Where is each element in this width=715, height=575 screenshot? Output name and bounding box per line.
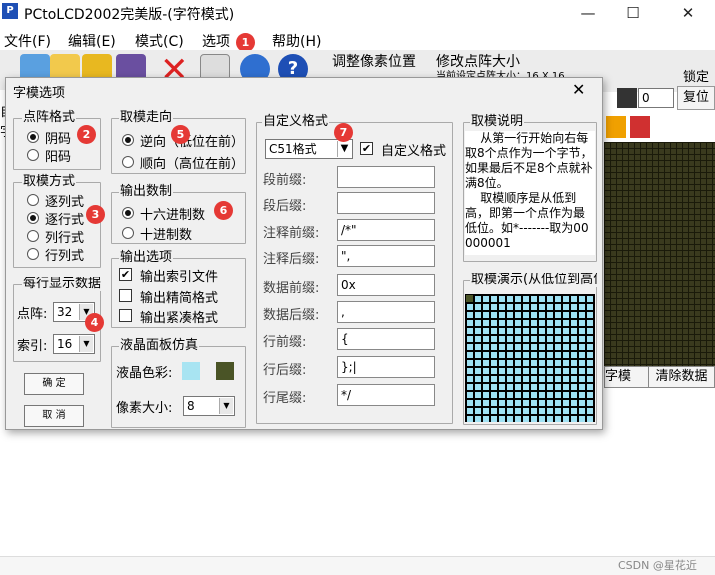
positive-code-label: 阳码	[45, 150, 72, 165]
column-mode-radio[interactable]	[27, 194, 39, 206]
reverse-direction-radio[interactable]	[122, 134, 134, 146]
segment-suffix-input[interactable]	[337, 192, 435, 214]
lcd-color-label: 液晶色彩:	[116, 366, 173, 381]
negative-code-radio[interactable]	[27, 131, 39, 143]
tight-format-checkbox[interactable]	[119, 309, 132, 322]
dot-count-label: 点阵:	[17, 307, 48, 322]
dialog-close-button[interactable]: ✕	[572, 80, 585, 99]
decimal-label: 十进制数	[140, 228, 193, 243]
lock-label: 锁定	[683, 70, 710, 85]
maximize-button[interactable]: ☐	[610, 0, 656, 26]
badge-2: 2	[77, 125, 96, 144]
mode-legend: 取模方式	[22, 174, 77, 189]
segment-prefix-input[interactable]	[337, 166, 435, 188]
radix-legend: 输出数制	[119, 184, 174, 199]
pixel-size-label: 像素大小:	[116, 401, 173, 416]
menu-file[interactable]: 文件(F)	[4, 31, 51, 51]
lcd-color-swatch-2[interactable]	[216, 362, 234, 380]
window-title: PCtoLCD2002完美版-(字符模式)	[24, 7, 235, 23]
column-row-mode-radio[interactable]	[27, 230, 39, 242]
line-suffix-label: 行后缀:	[263, 363, 307, 378]
data-prefix-input[interactable]: 0x	[337, 274, 435, 296]
menu-edit[interactable]: 编辑(E)	[68, 31, 116, 51]
pixel-size-select[interactable]: 8 ▼	[183, 396, 235, 416]
cancel-button[interactable]: 取 消	[24, 405, 84, 427]
format-select[interactable]: C51格式 ▼	[265, 139, 353, 159]
output-options-legend: 输出选项	[119, 250, 174, 265]
menu-options[interactable]: 选项	[202, 31, 230, 51]
dot-format-legend: 点阵格式	[22, 110, 77, 125]
data-prefix-label: 数据前缀:	[263, 281, 320, 296]
index-select[interactable]: 16 ▼	[53, 334, 95, 354]
demo-legend: 取模演示(从低位到高位)	[470, 273, 597, 287]
spin-icon[interactable]	[617, 88, 637, 108]
horizontal-scrollbar[interactable]	[0, 556, 715, 575]
compact-format-checkbox[interactable]	[119, 289, 132, 302]
clear-data-button[interactable]: 清除数据	[648, 366, 715, 388]
line-end-label: 行尾缀:	[263, 391, 307, 406]
negative-code-label: 阴码	[45, 132, 72, 147]
per-line-legend: 每行显示数据	[22, 277, 102, 291]
line-prefix-label: 行前缀:	[263, 335, 307, 350]
app-icon: P	[2, 3, 18, 19]
row-column-mode-label: 行列式	[45, 249, 85, 264]
index-label: 索引:	[17, 339, 48, 354]
ok-button[interactable]: 确 定	[24, 373, 84, 395]
custom-format-check-label: 自定义格式	[381, 144, 447, 159]
comment-suffix-input[interactable]: ",	[337, 245, 435, 267]
row-mode-radio[interactable]	[27, 212, 39, 224]
line-prefix-input[interactable]: {	[337, 328, 435, 350]
comment-prefix-label: 注释前缀:	[263, 226, 320, 241]
forward-direction-radio[interactable]	[122, 156, 134, 168]
comment-prefix-input[interactable]: /*"	[337, 219, 435, 241]
badge-3: 3	[86, 205, 105, 224]
watermark: CSDN @星花近	[618, 559, 697, 572]
custom-format-legend: 自定义格式	[262, 114, 330, 129]
forward-direction-label: 顺向（高位在前）	[140, 157, 244, 172]
badge-5: 5	[171, 125, 190, 144]
segment-suffix-label: 段后缀:	[263, 199, 307, 214]
custom-format-checkbox[interactable]: ✔	[360, 142, 373, 155]
menu-help[interactable]: 帮助(H)	[272, 31, 321, 51]
line-suffix-input[interactable]: };|	[337, 356, 435, 378]
lcd-color-swatch-1[interactable]	[182, 362, 200, 380]
lcd-sim-legend: 液晶面板仿真	[119, 338, 200, 353]
data-suffix-label: 数据后缀:	[263, 308, 320, 323]
hex-radio[interactable]	[122, 207, 134, 219]
arrow-icons[interactable]	[604, 116, 654, 140]
spin-input[interactable]: 0	[638, 88, 674, 108]
tight-format-label: 输出紧凑格式	[140, 311, 219, 326]
data-suffix-input[interactable]: ,	[337, 301, 435, 323]
reset-button[interactable]: 复位	[677, 86, 715, 110]
decimal-radio[interactable]	[122, 227, 134, 239]
row-column-mode-radio[interactable]	[27, 248, 39, 260]
menu-mode[interactable]: 模式(C)	[135, 31, 184, 51]
lcd-preview-grid[interactable]	[604, 142, 715, 370]
direction-legend: 取模走向	[119, 110, 174, 125]
demo-grid	[465, 294, 595, 422]
explain-text: 从第一行开始向右每取8个点作为一个字节，如果最后不足8个点就补满8位。 取模顺序…	[465, 131, 595, 255]
line-end-input[interactable]: */	[337, 384, 435, 406]
index-file-checkbox[interactable]: ✔	[119, 268, 132, 281]
adjust-pixel-label: 调整像素位置	[332, 54, 416, 70]
comment-suffix-label: 注释后缀:	[263, 252, 320, 267]
column-row-mode-label: 列行式	[45, 231, 85, 246]
reverse-direction-label: 逆向（低位在前）	[140, 135, 244, 150]
hex-label: 十六进制数	[140, 208, 206, 223]
badge-7: 7	[334, 123, 353, 142]
row-mode-label: 逐行式	[45, 213, 85, 228]
close-button[interactable]: ✕	[665, 0, 711, 26]
compact-format-label: 输出精简格式	[140, 291, 219, 306]
badge-6: 6	[214, 201, 233, 220]
segment-prefix-label: 段前缀:	[263, 173, 307, 188]
index-file-label: 输出索引文件	[140, 270, 219, 285]
generate-partial-label: 字模	[605, 369, 632, 384]
badge-4: 4	[85, 313, 104, 332]
minimize-button[interactable]: —	[565, 0, 611, 26]
demo-first-pixel	[466, 295, 473, 302]
explain-legend: 取模说明	[470, 114, 525, 129]
positive-code-radio[interactable]	[27, 149, 39, 161]
dialog-title: 字模选项	[13, 86, 66, 101]
